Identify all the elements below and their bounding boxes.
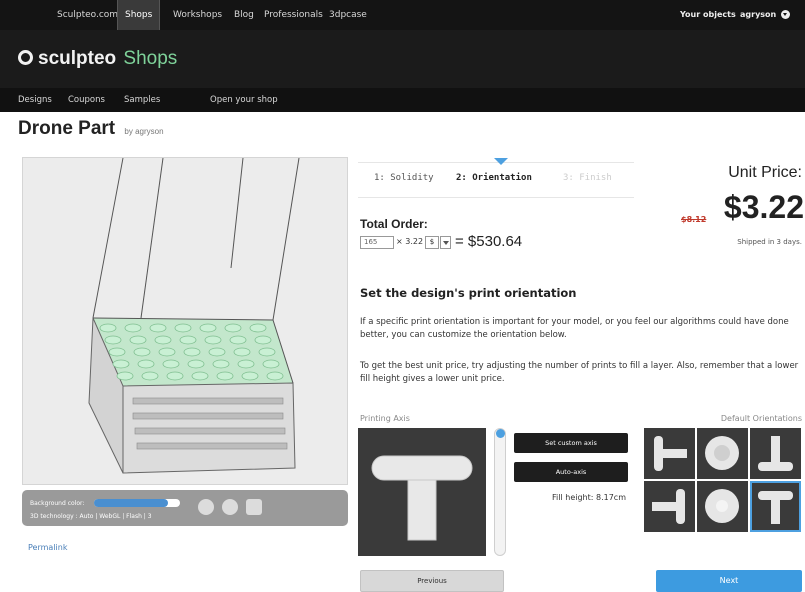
subnav-open-your-shop[interactable]: Open your shop [210, 88, 278, 112]
set-custom-axis-button[interactable]: Set custom axis [514, 433, 628, 453]
chevron-down-icon [781, 10, 791, 19]
t-part-up-icon [758, 436, 793, 471]
orientation-option-left[interactable] [644, 428, 695, 479]
rotate-icon[interactable] [198, 499, 214, 515]
currency-select[interactable]: $ [425, 236, 439, 249]
shipping-time: Shipped in 3 days. [737, 238, 802, 246]
sculpteo-logo[interactable]: sculpteo Shops [18, 48, 177, 70]
3d-viewer[interactable] [22, 157, 348, 485]
orientation-option-top[interactable] [697, 428, 748, 479]
unit-multiplier: × 3.22 [396, 237, 424, 246]
your-objects-link[interactable]: Your objects [680, 0, 736, 30]
part-preview-icon [371, 455, 473, 541]
printing-axis-label: Printing Axis [360, 414, 410, 423]
quantity-input[interactable]: 165 [360, 236, 394, 249]
subnav-coupons[interactable]: Coupons [68, 88, 105, 112]
top-navigation-bar: Sculpteo.com Shops Workshops Blog Profes… [0, 0, 805, 30]
shops-subnav: Designs Coupons Samples Open your shop [0, 88, 805, 112]
logo-text: sculpteo [38, 48, 117, 69]
subnav-designs[interactable]: Designs [18, 88, 52, 112]
unit-price-label: Unit Price: [728, 164, 802, 181]
default-orientations-grid [644, 428, 802, 532]
username: agryson [740, 10, 777, 19]
design-title: Drone Part [18, 118, 116, 139]
printing-axis-preview[interactable] [358, 428, 486, 556]
viewer-controls: Background color: 3D technology : Auto |… [22, 490, 348, 526]
sculpteo-logo-icon [18, 50, 33, 65]
topnav-3dpcase[interactable]: 3dpcase [322, 0, 374, 30]
slider-knob[interactable] [496, 429, 505, 438]
unit-price-value: $3.22 [723, 189, 804, 225]
sphere-icon[interactable] [222, 499, 238, 515]
background-color-slider[interactable] [94, 499, 180, 507]
order-steps: 1: Solidity 2: Orientation 3: Finish [358, 158, 634, 198]
t-part-top-icon [705, 436, 739, 470]
print-tray-render [88, 158, 300, 474]
next-button[interactable]: Next [656, 570, 802, 592]
total-order-value: = $530.64 [455, 233, 523, 250]
total-order-label: Total Order: [360, 217, 428, 231]
orientation-option-up[interactable] [750, 428, 801, 479]
permalink-link[interactable]: Permalink [28, 543, 67, 552]
orientation-paragraph-1: If a specific print orientation is impor… [360, 317, 789, 340]
site-header: sculpteo Shops [0, 30, 805, 88]
orientation-option-right[interactable] [644, 481, 695, 532]
fill-height-value: Fill height: 8.17cm [552, 493, 626, 502]
step-solidity[interactable]: 1: Solidity [374, 173, 434, 183]
page-title: Drone Part by agryson [18, 118, 164, 140]
orientation-option-down[interactable] [750, 481, 801, 532]
orientation-option-bottom[interactable] [697, 481, 748, 532]
topnav-sculpteo-com[interactable]: Sculpteo.com [50, 0, 125, 30]
orientation-vertical-slider[interactable] [494, 428, 506, 556]
t-part-left-icon [654, 436, 687, 471]
default-orientations-label: Default Orientations [720, 414, 802, 423]
t-part-down-icon [758, 491, 793, 524]
orientation-paragraph-2: To get the best unit price, try adjustin… [360, 361, 799, 384]
t-part-right-icon [652, 489, 685, 524]
topnav-workshops[interactable]: Workshops [166, 0, 229, 30]
currency-dropdown-arrow-icon[interactable] [440, 236, 451, 249]
logo-section: Shops [123, 48, 178, 69]
auto-axis-button[interactable]: Auto-axis [514, 462, 628, 482]
previous-button[interactable]: Previous [360, 570, 504, 592]
orientation-section-title: Set the design's print orientation [360, 286, 577, 300]
design-author[interactable]: by agryson [124, 127, 163, 136]
topnav-blog[interactable]: Blog [227, 0, 261, 30]
topnav-shops[interactable]: Shops [117, 0, 161, 30]
step-orientation[interactable]: 2: Orientation [456, 173, 532, 183]
background-color-label: Background color: [30, 500, 85, 507]
t-part-bottom-icon [705, 489, 739, 523]
step-finish: 3: Finish [563, 173, 612, 183]
user-menu[interactable]: agryson [740, 0, 791, 30]
subnav-samples[interactable]: Samples [124, 88, 160, 112]
3d-technology-label[interactable]: 3D technology : Auto | WebGL | Flash | 3 [30, 513, 152, 520]
cube-icon[interactable] [246, 499, 262, 515]
active-step-marker [494, 158, 508, 165]
topnav-professionals[interactable]: Professionals [257, 0, 330, 30]
